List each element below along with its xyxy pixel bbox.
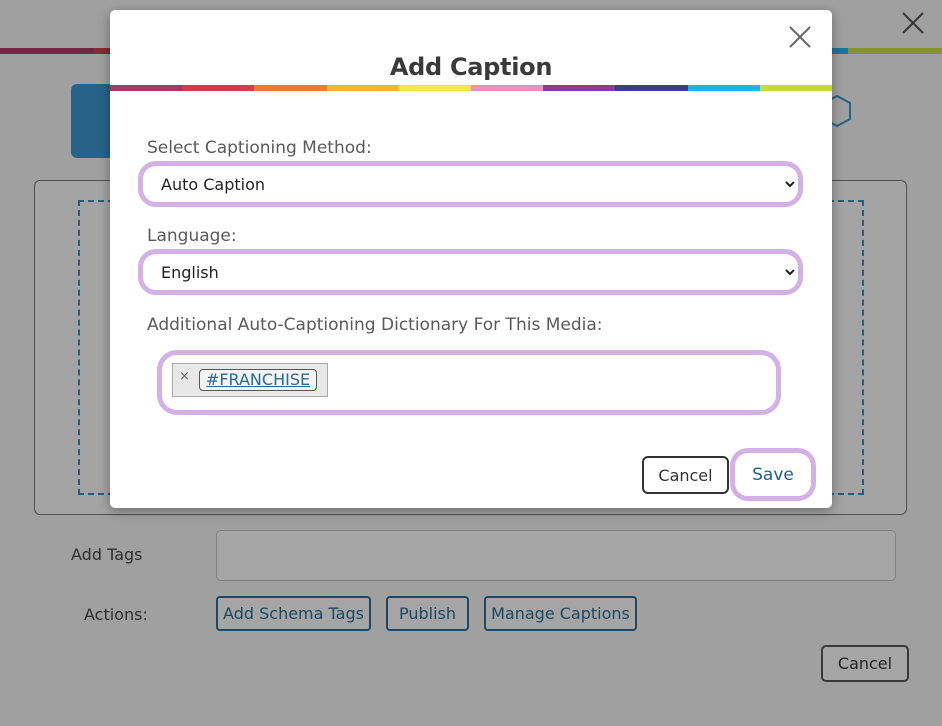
dictionary-tag-input[interactable]: × #FRANCHISE xyxy=(157,350,781,415)
cancel-button[interactable]: Cancel xyxy=(642,456,729,494)
add-caption-modal: Add Caption Select Captioning Method: Au… xyxy=(110,10,833,508)
remove-tag-icon[interactable]: × xyxy=(179,369,190,384)
rainbow-segment xyxy=(759,85,833,91)
captioning-method-select[interactable]: Auto Caption xyxy=(143,166,798,202)
modal-rainbow-bar xyxy=(110,85,833,91)
rainbow-segment xyxy=(182,85,255,91)
dictionary-label: Additional Auto-Captioning Dictionary Fo… xyxy=(147,315,603,335)
captioning-method-field: Auto Caption xyxy=(138,161,803,207)
rainbow-segment xyxy=(471,85,544,91)
rainbow-segment xyxy=(254,85,327,91)
rainbow-segment xyxy=(687,85,760,91)
rainbow-segment xyxy=(615,85,688,91)
modal-title: Add Caption xyxy=(389,53,553,81)
rainbow-segment xyxy=(110,85,183,91)
save-button-highlight: Save xyxy=(730,448,816,501)
captioning-method-label: Select Captioning Method: xyxy=(147,138,372,158)
dictionary-tag-chip: × #FRANCHISE xyxy=(172,363,329,397)
language-select[interactable]: English xyxy=(143,254,798,290)
rainbow-segment xyxy=(326,85,399,91)
language-field: English xyxy=(138,249,803,295)
close-icon[interactable] xyxy=(787,24,813,50)
language-label: Language: xyxy=(147,226,237,246)
rainbow-segment xyxy=(398,85,472,91)
dictionary-tag-link[interactable]: #FRANCHISE xyxy=(198,369,318,391)
save-button[interactable]: Save xyxy=(746,463,800,486)
rainbow-segment xyxy=(543,85,616,91)
